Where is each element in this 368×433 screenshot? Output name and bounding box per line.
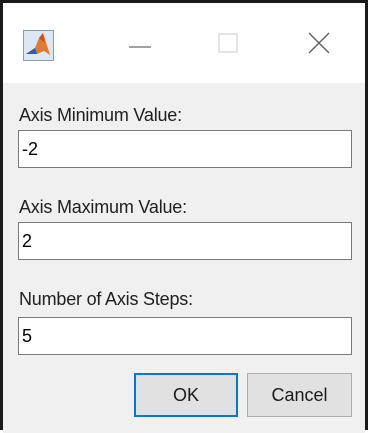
minimize-button[interactable] (114, 21, 166, 69)
minimize-icon (129, 36, 151, 54)
dialog-body: Axis Minimum Value: Axis Maximum Value: … (3, 83, 365, 433)
axis-min-label: Axis Minimum Value: (19, 105, 182, 125)
maximize-icon (218, 32, 238, 58)
close-button[interactable] (293, 21, 345, 69)
axis-steps-label: Number of Axis Steps: (19, 289, 193, 309)
close-icon (308, 32, 330, 59)
axis-steps-input[interactable] (18, 317, 352, 355)
cancel-button[interactable]: Cancel (247, 373, 352, 417)
axis-min-input[interactable] (18, 130, 352, 168)
title-bar[interactable] (3, 3, 365, 83)
axis-max-input[interactable] (18, 222, 352, 260)
ok-button[interactable]: OK (134, 373, 238, 417)
maximize-button[interactable] (202, 21, 254, 69)
input-dialog-window: Axis Minimum Value: Axis Maximum Value: … (0, 0, 368, 433)
axis-max-label: Axis Maximum Value: (19, 197, 187, 217)
matlab-logo-icon (23, 30, 54, 61)
